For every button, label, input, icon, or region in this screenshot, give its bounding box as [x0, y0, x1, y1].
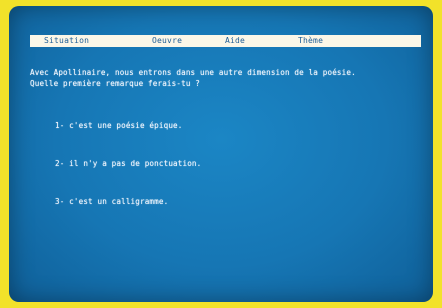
menu-item-aide[interactable]: Aide [225, 36, 245, 46]
answer-option-1[interactable]: 1- c'est une poésie épique. [55, 121, 183, 130]
question-line-2: Quelle première remarque ferais-tu ? [30, 79, 200, 88]
menu-item-theme[interactable]: Thème [298, 36, 323, 46]
question-line-1: Avec Apollinaire, nous entrons dans une … [30, 68, 356, 77]
screen-content: Situation Oeuvre Aide Thème Avec Apollin… [9, 6, 433, 302]
menu-bar: Situation Oeuvre Aide Thème [30, 35, 421, 47]
menu-item-situation[interactable]: Situation [44, 36, 89, 46]
answer-option-3[interactable]: 3- c'est un calligramme. [55, 197, 168, 206]
menu-item-oeuvre[interactable]: Oeuvre [152, 36, 182, 46]
crt-screen: Situation Oeuvre Aide Thème Avec Apollin… [9, 6, 433, 302]
photo-frame: Situation Oeuvre Aide Thème Avec Apollin… [0, 0, 442, 308]
answer-option-2[interactable]: 2- il n'y a pas de ponctuation. [55, 159, 201, 168]
